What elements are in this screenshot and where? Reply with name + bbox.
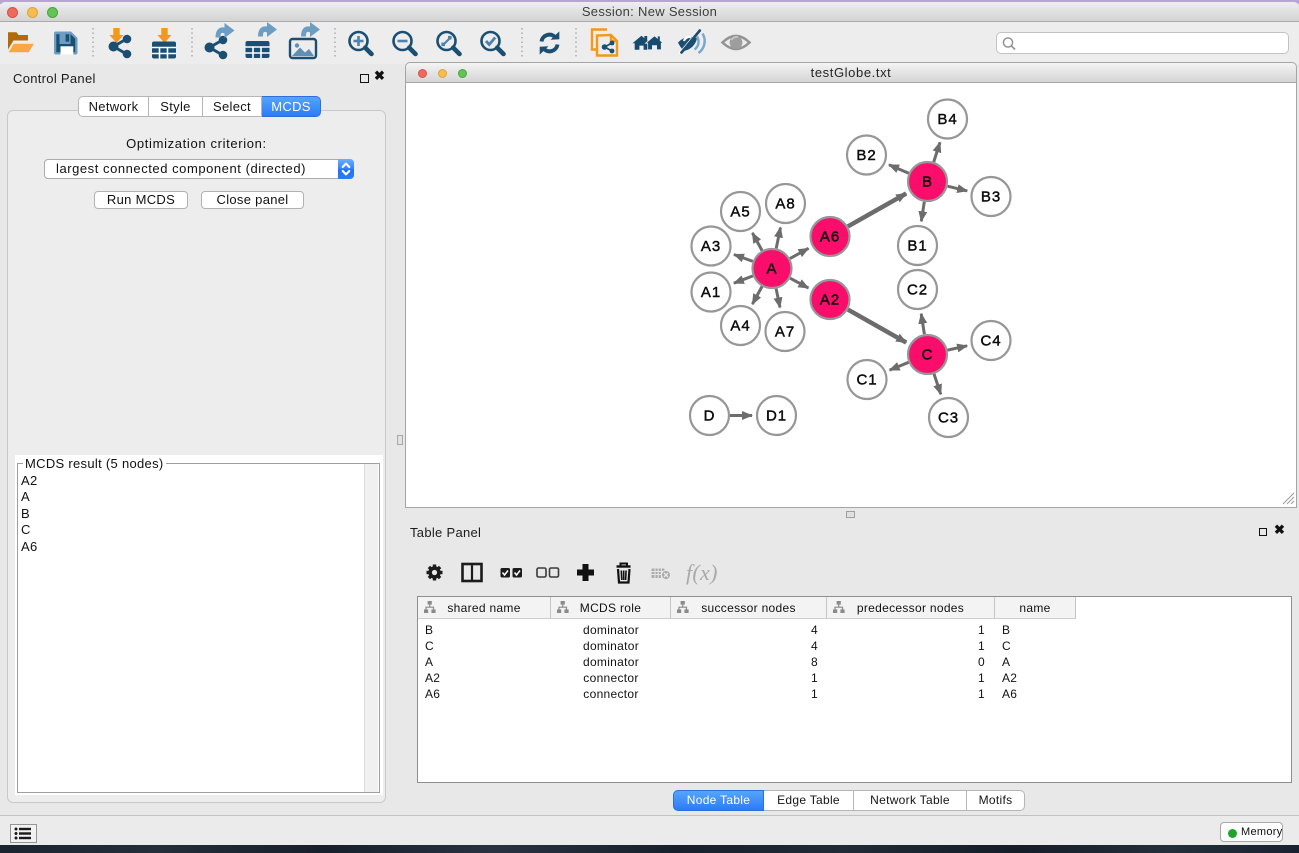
svg-text:C1: C1 [857,372,878,389]
svg-text:D: D [704,408,716,425]
svg-text:B3: B3 [981,189,1001,206]
svg-text:A1: A1 [701,284,721,301]
svg-text:f(x): f(x) [686,560,718,585]
svg-text:A: A [767,261,778,278]
svg-text:A4: A4 [730,318,750,335]
svg-text:B2: B2 [856,147,876,164]
svg-text:D1: D1 [766,408,787,425]
svg-text:A8: A8 [775,196,795,213]
svg-text:C: C [922,347,934,364]
svg-text:A6: A6 [820,229,840,246]
svg-text:C4: C4 [981,333,1002,350]
svg-text:A3: A3 [701,238,721,255]
svg-text:B: B [922,174,933,191]
svg-text:C2: C2 [907,282,928,299]
svg-text:C3: C3 [938,410,959,427]
svg-text:B4: B4 [937,111,957,128]
svg-text:A7: A7 [775,324,795,341]
svg-text:A5: A5 [730,204,750,221]
svg-text:A2: A2 [820,292,840,309]
svg-text:B1: B1 [907,238,927,255]
